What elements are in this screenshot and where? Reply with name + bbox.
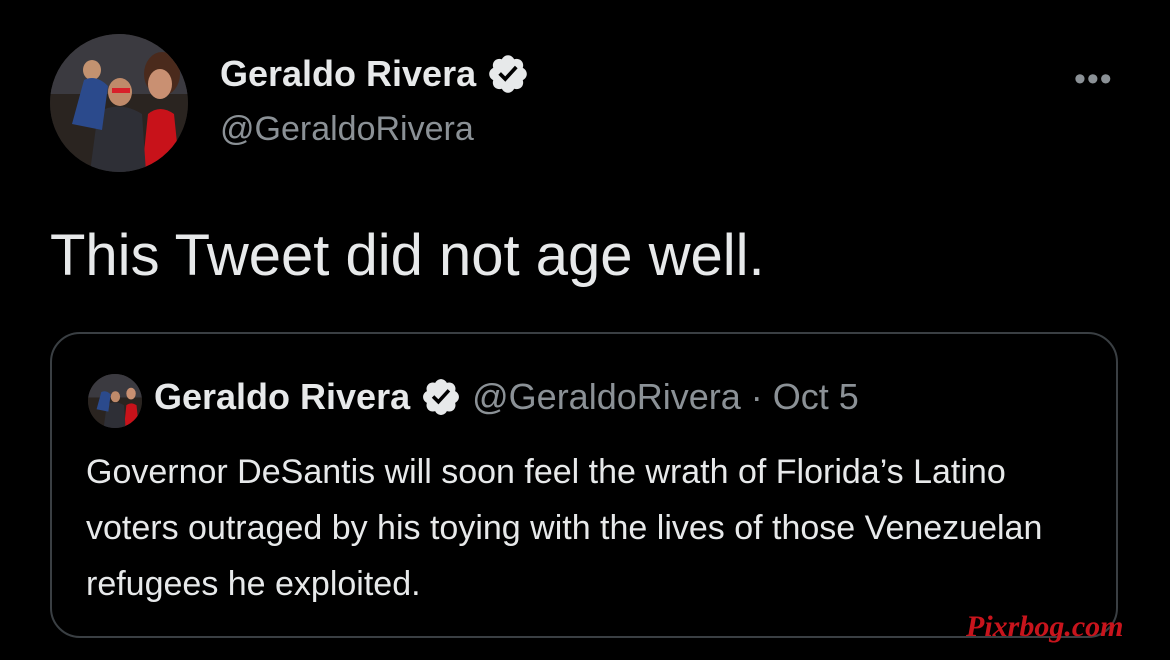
watermark-logo: Pixrbog.com bbox=[966, 610, 1124, 643]
more-options-icon[interactable]: ••• bbox=[1074, 60, 1113, 99]
avatar[interactable] bbox=[50, 34, 188, 172]
author-name[interactable]: Geraldo Rivera bbox=[220, 53, 476, 95]
quoted-date[interactable]: Oct 5 bbox=[773, 376, 859, 418]
quoted-tweet[interactable]: Geraldo Rivera @GeraldoRivera · Oct 5 Go… bbox=[50, 332, 1118, 638]
profile-photo-icon bbox=[88, 374, 142, 428]
quoted-author-name[interactable]: Geraldo Rivera bbox=[154, 376, 410, 418]
verified-badge-icon bbox=[489, 55, 527, 93]
verified-badge-icon bbox=[423, 379, 460, 415]
separator-dot: · bbox=[750, 376, 763, 417]
author-row: Geraldo Rivera bbox=[220, 52, 530, 96]
profile-photo-icon bbox=[50, 34, 188, 172]
tweet-text: This Tweet did not age well. bbox=[50, 223, 765, 288]
quoted-avatar[interactable] bbox=[88, 374, 142, 428]
author-handle[interactable]: @GeraldoRivera bbox=[220, 110, 474, 149]
quoted-header: Geraldo Rivera @GeraldoRivera · Oct 5 bbox=[154, 376, 859, 418]
quoted-tweet-text: Governor DeSantis will soon feel the wra… bbox=[86, 453, 1043, 603]
quoted-author-handle[interactable]: @GeraldoRivera bbox=[472, 376, 741, 418]
